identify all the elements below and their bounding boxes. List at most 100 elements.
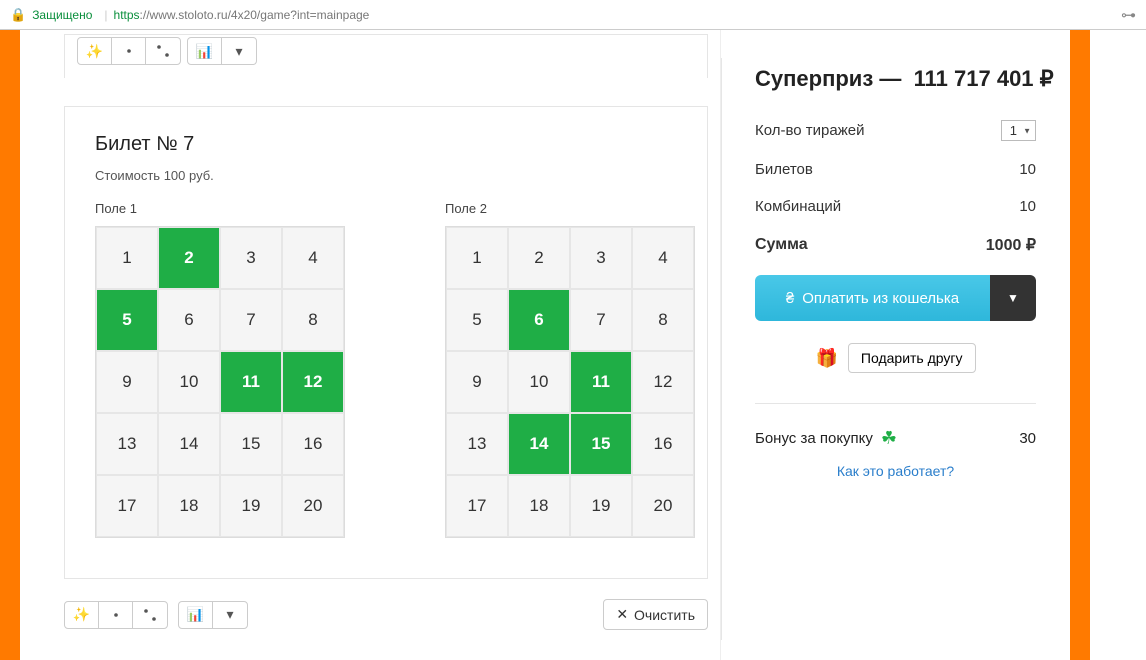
bonus-value: 30 — [1019, 430, 1036, 447]
number-cell-6[interactable]: 6 — [508, 289, 570, 351]
draws-label: Кол-во тиражей — [755, 122, 865, 139]
number-cell-5[interactable]: 5 — [446, 289, 508, 351]
ticket-cost: Стоимость 100 руб. — [95, 168, 677, 183]
left-accent — [0, 30, 20, 660]
address-bar: 🔒 Защищено | https://www.stoloto.ru/4x20… — [0, 0, 1146, 30]
number-cell-12[interactable]: 12 — [282, 351, 344, 413]
clear-button[interactable]: ✕ Очистить — [603, 599, 708, 630]
gift-icon: 🎁 — [815, 348, 837, 369]
number-cell-10[interactable]: 10 — [508, 351, 570, 413]
dice-1-button[interactable] — [112, 38, 146, 64]
number-cell-15[interactable]: 15 — [220, 413, 282, 475]
combos-label: Комбинаций — [755, 198, 841, 215]
combos-value: 10 — [1019, 198, 1036, 215]
number-cell-4[interactable]: 4 — [632, 227, 694, 289]
bonus-label: Бонус за покупку ☘ — [755, 428, 897, 449]
number-cell-20[interactable]: 20 — [632, 475, 694, 537]
number-cell-10[interactable]: 10 — [158, 351, 220, 413]
number-cell-2[interactable]: 2 — [158, 227, 220, 289]
close-icon: ✕ — [616, 606, 628, 623]
separator: | — [104, 8, 107, 22]
field-1-block: Поле 1 1234567891011121314151617181920 — [95, 201, 345, 538]
number-cell-11[interactable]: 11 — [220, 351, 282, 413]
dice-2-button[interactable] — [146, 38, 180, 64]
bars-tools-group-2: 📊 ▾ — [178, 601, 248, 629]
pay-main[interactable]: ₴ Оплатить из кошелька — [755, 275, 990, 321]
sum-row: Сумма 1000 ₽ — [755, 235, 1036, 255]
number-cell-16[interactable]: 16 — [632, 413, 694, 475]
dice-1-button[interactable] — [99, 602, 133, 628]
dice-2-button[interactable] — [133, 602, 167, 628]
number-cell-13[interactable]: 13 — [446, 413, 508, 475]
secure-label: Защищено — [32, 8, 92, 22]
number-cell-12[interactable]: 12 — [632, 351, 694, 413]
number-cell-3[interactable]: 3 — [570, 227, 632, 289]
number-cell-2[interactable]: 2 — [508, 227, 570, 289]
field-2-block: Поле 2 1234567891011121314151617181920 — [445, 201, 695, 538]
magic-tools-group-2: ✨ — [64, 601, 168, 629]
number-cell-19[interactable]: 19 — [220, 475, 282, 537]
pay-label: Оплатить из кошелька — [802, 290, 959, 307]
url-text[interactable]: https://www.stoloto.ru/4x20/game?int=mai… — [114, 8, 370, 22]
superprize-title: Суперприз — 111 717 401 ₽ — [755, 66, 1036, 92]
gift-button[interactable]: Подарить другу — [848, 343, 976, 373]
clear-label: Очистить — [634, 607, 695, 623]
number-cell-17[interactable]: 17 — [446, 475, 508, 537]
number-cell-9[interactable]: 9 — [96, 351, 158, 413]
field-1-label: Поле 1 — [95, 201, 345, 216]
number-cell-14[interactable]: 14 — [158, 413, 220, 475]
number-cell-13[interactable]: 13 — [96, 413, 158, 475]
number-cell-14[interactable]: 14 — [508, 413, 570, 475]
number-cell-7[interactable]: 7 — [570, 289, 632, 351]
tickets-row: Билетов 10 — [755, 161, 1036, 178]
number-cell-15[interactable]: 15 — [570, 413, 632, 475]
number-cell-8[interactable]: 8 — [632, 289, 694, 351]
tickets-label: Билетов — [755, 161, 813, 178]
number-cell-1[interactable]: 1 — [446, 227, 508, 289]
number-cell-17[interactable]: 17 — [96, 475, 158, 537]
summary-sidebar: Суперприз — 111 717 401 ₽ Кол-во тиражей… — [720, 30, 1070, 660]
ticket-title: Билет № 7 — [95, 133, 677, 156]
number-cell-19[interactable]: 19 — [570, 475, 632, 537]
bars-button[interactable]: 📊 — [188, 38, 222, 64]
number-cell-18[interactable]: 18 — [158, 475, 220, 537]
how-it-works-link[interactable]: Как это работает? — [837, 463, 954, 479]
number-cell-9[interactable]: 9 — [446, 351, 508, 413]
field-2-label: Поле 2 — [445, 201, 695, 216]
number-cell-20[interactable]: 20 — [282, 475, 344, 537]
wallet-icon: ₴ — [786, 290, 794, 307]
number-cell-3[interactable]: 3 — [220, 227, 282, 289]
field-2-grid: 1234567891011121314151617181920 — [445, 226, 695, 538]
number-cell-11[interactable]: 11 — [570, 351, 632, 413]
number-cell-1[interactable]: 1 — [96, 227, 158, 289]
sum-value: 1000 ₽ — [986, 235, 1036, 255]
clover-icon: ☘ — [881, 428, 897, 449]
magic-tools-group: ✨ — [77, 37, 181, 65]
ticket-card: Билет № 7 Стоимость 100 руб. Поле 1 1234… — [64, 106, 708, 579]
number-cell-16[interactable]: 16 — [282, 413, 344, 475]
right-accent — [1070, 30, 1090, 660]
lock-icon: 🔒 — [10, 7, 26, 23]
dropdown-button[interactable]: ▾ — [222, 38, 256, 64]
number-cell-4[interactable]: 4 — [282, 227, 344, 289]
number-cell-18[interactable]: 18 — [508, 475, 570, 537]
key-icon[interactable]: ⊶ — [1121, 6, 1136, 24]
tickets-value: 10 — [1019, 161, 1036, 178]
field-1-grid: 1234567891011121314151617181920 — [95, 226, 345, 538]
draws-row: Кол-во тиражей 1 — [755, 120, 1036, 141]
bonus-block: Бонус за покупку ☘ 30 Как это работает? — [755, 403, 1036, 481]
dropdown-button[interactable]: ▾ — [213, 602, 247, 628]
gift-row: 🎁 Подарить другу — [755, 343, 1036, 373]
magic-wand-button[interactable]: ✨ — [65, 602, 99, 628]
draws-select[interactable]: 1 — [1001, 120, 1036, 141]
combos-row: Комбинаций 10 — [755, 198, 1036, 215]
magic-wand-button[interactable]: ✨ — [78, 38, 112, 64]
pay-button[interactable]: ₴ Оплатить из кошелька ▼ — [755, 275, 1036, 321]
pay-dropdown[interactable]: ▼ — [990, 275, 1036, 321]
number-cell-8[interactable]: 8 — [282, 289, 344, 351]
number-cell-6[interactable]: 6 — [158, 289, 220, 351]
prev-ticket-tools: ✨ 📊 ▾ — [64, 34, 708, 78]
number-cell-7[interactable]: 7 — [220, 289, 282, 351]
bars-button[interactable]: 📊 — [179, 602, 213, 628]
number-cell-5[interactable]: 5 — [96, 289, 158, 351]
